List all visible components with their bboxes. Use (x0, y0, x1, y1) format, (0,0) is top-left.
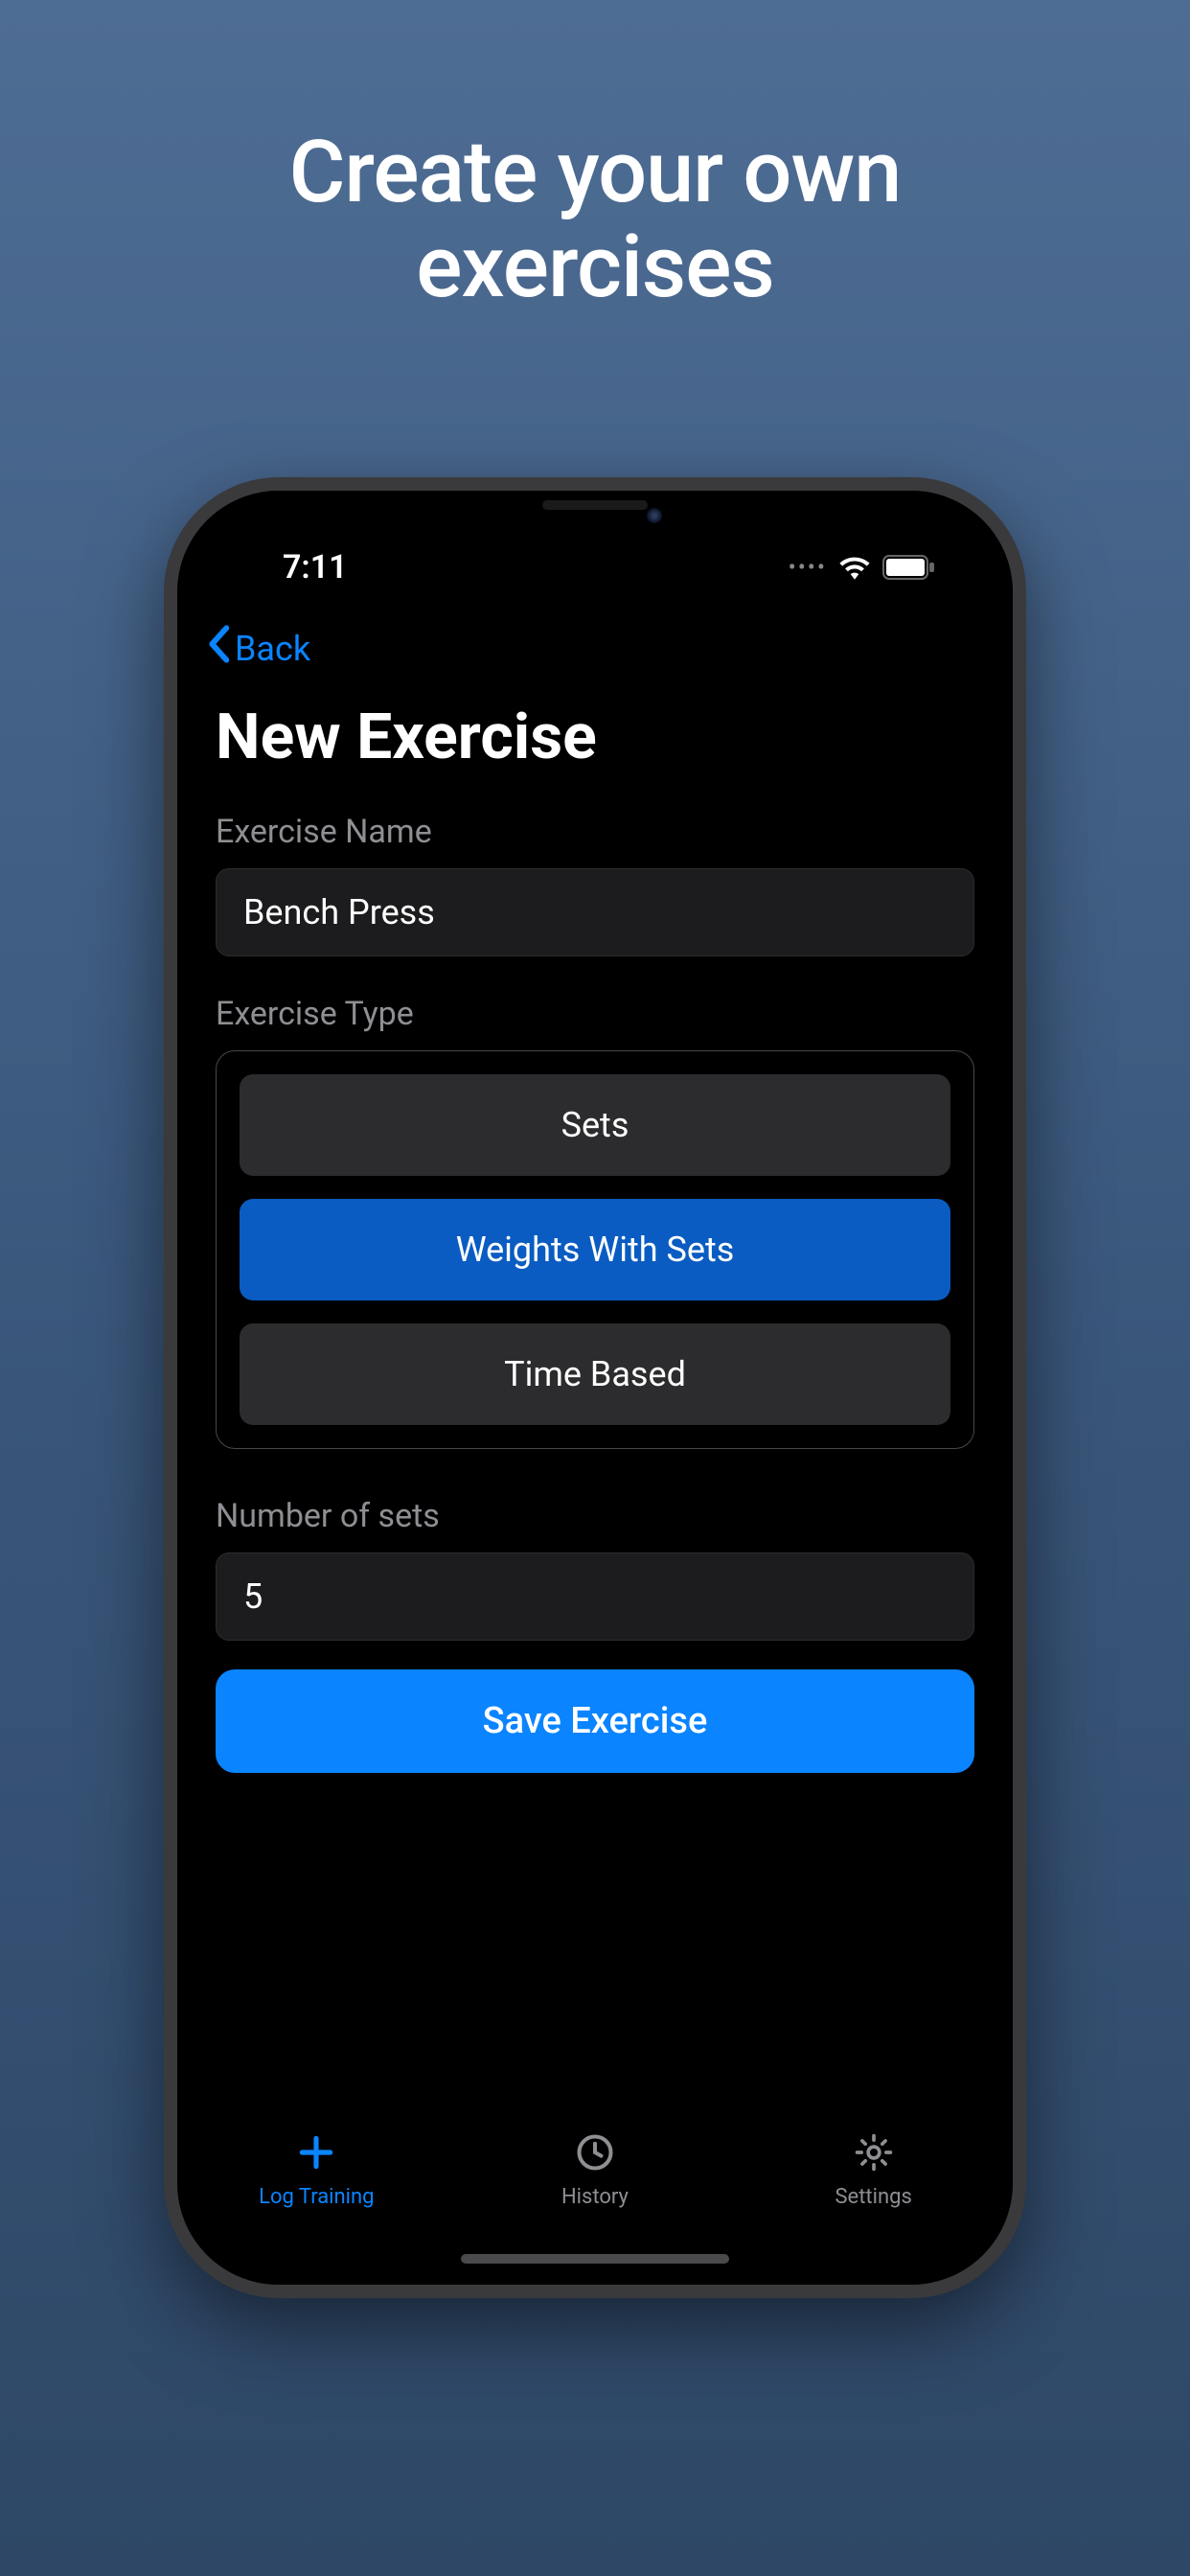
cellular-dots-icon: •••• (789, 554, 827, 581)
status-time: 7:11 (283, 548, 348, 586)
tab-label-settings: Settings (835, 2185, 911, 2209)
promo-title-line2: exercises (416, 217, 774, 317)
back-button[interactable]: Back (206, 625, 310, 672)
battery-icon (882, 555, 936, 580)
save-exercise-button[interactable]: Save Exercise (216, 1669, 974, 1773)
tab-history[interactable]: History (499, 2131, 691, 2209)
type-option-sets[interactable]: Sets (240, 1074, 950, 1176)
plus-icon (295, 2131, 337, 2177)
home-indicator[interactable] (461, 2254, 729, 2264)
phone-frame: 7:11 •••• (164, 477, 1026, 2298)
app-screen: 7:11 •••• (177, 491, 1013, 2285)
status-indicators: •••• (789, 554, 936, 581)
tab-settings[interactable]: Settings (778, 2131, 970, 2209)
wifi-icon (838, 555, 871, 580)
back-label: Back (235, 629, 310, 669)
tab-label-history: History (561, 2185, 629, 2209)
number-of-sets-label: Number of sets (216, 1497, 974, 1535)
type-option-weights-with-sets[interactable]: Weights With Sets (240, 1199, 950, 1300)
tab-label-log-training: Log Training (259, 2185, 374, 2209)
promo-title-line1: Create your own (289, 122, 902, 222)
clock-icon (574, 2131, 616, 2177)
exercise-name-label: Exercise Name (216, 813, 974, 851)
form-content: Exercise Name Bench Press Exercise Type … (177, 803, 1013, 2112)
number-of-sets-input[interactable]: 5 (216, 1552, 974, 1641)
exercise-type-label: Exercise Type (216, 995, 974, 1033)
chevron-left-icon (206, 625, 231, 672)
gear-icon (853, 2131, 895, 2177)
tab-log-training[interactable]: Log Training (220, 2131, 412, 2209)
exercise-type-group: Sets Weights With Sets Time Based (216, 1050, 974, 1449)
page-title: New Exercise (177, 681, 1013, 803)
type-option-time-based[interactable]: Time Based (240, 1323, 950, 1425)
nav-bar: Back (177, 606, 1013, 681)
exercise-name-input[interactable]: Bench Press (216, 868, 974, 956)
promo-title: Create your own exercises (289, 125, 902, 314)
phone-notch (413, 491, 777, 543)
